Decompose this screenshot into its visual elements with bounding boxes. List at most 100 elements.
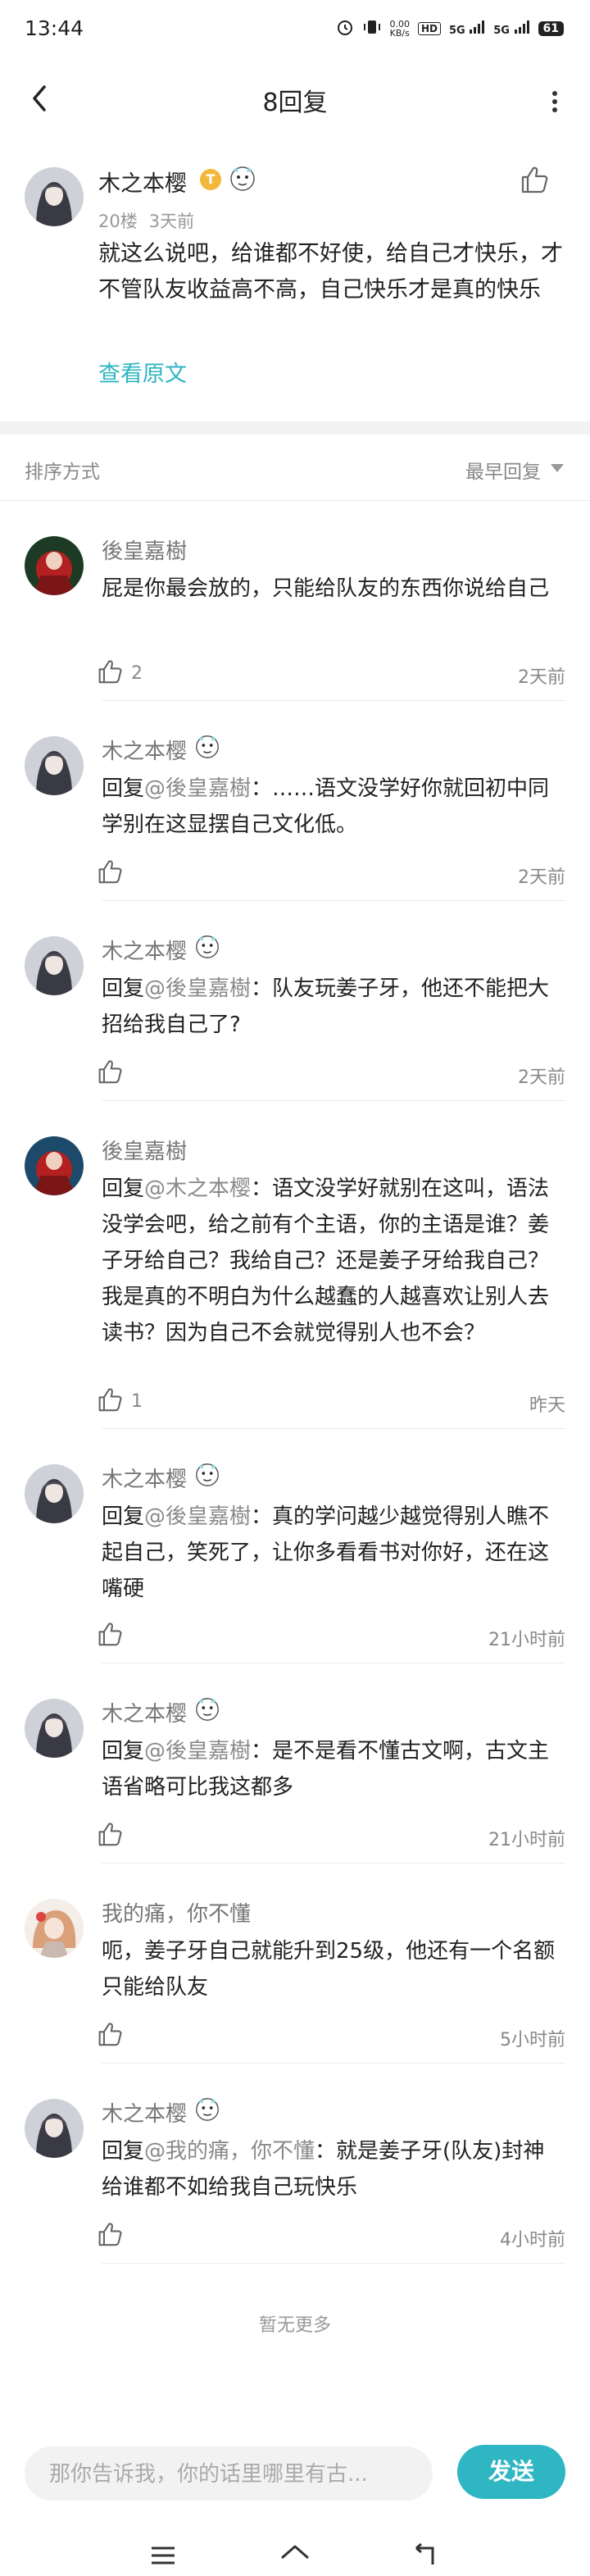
divider [0, 500, 590, 501]
reply-prefix: 回复 [102, 1504, 145, 1529]
avatar[interactable] [25, 736, 84, 795]
comment-author[interactable]: 我的痛，你不懂 [102, 1897, 251, 1927]
caret-down-icon[interactable] [551, 464, 564, 472]
no-more-text: 暂无更多 [258, 2315, 331, 2336]
comment-author[interactable]: 木之本樱 [102, 735, 187, 765]
mention-link[interactable]: @後皇嘉樹 [144, 776, 251, 801]
mention-link[interactable]: @木之本樱 [144, 1176, 251, 1201]
divider [102, 1863, 565, 1864]
more-dots-icon [552, 91, 557, 112]
mascot-badge-icon [193, 933, 221, 963]
avatar[interactable] [25, 1699, 84, 1758]
post-meta: 20楼 3天前 [98, 208, 194, 233]
comment-item: 木之本樱 回复@後皇嘉樹：……语文没学好你就回初中同学别在这显摆自己文化低。 2… [0, 702, 590, 901]
alarm-icon [336, 18, 354, 39]
avatar[interactable] [25, 2099, 84, 2158]
system-nav-bar [0, 2525, 590, 2576]
comment-author[interactable]: 木之本樱 [102, 1463, 187, 1493]
comment-item: 木之本樱 回复@後皇嘉樹：是不是看不懂古文啊，古文主语省略可比我这都多 21小时… [0, 1664, 590, 1864]
comment-author[interactable]: 後皇嘉樹 [102, 1135, 187, 1165]
comment-like-button[interactable]: 1 [97, 1387, 143, 1415]
avatar[interactable] [25, 167, 84, 226]
comment-text: 屁是你最会放的，只能给队友的东西你说给自己 [102, 571, 565, 607]
comment-time: 2天前 [518, 667, 565, 688]
reply-input-wrapper [25, 2446, 433, 2502]
comment-time: 2天前 [518, 1067, 565, 1088]
menu-nav-button[interactable] [149, 2543, 177, 2571]
comment-like-button[interactable] [97, 1622, 131, 1650]
mention-link[interactable]: @後皇嘉樹 [144, 976, 251, 1001]
avatar[interactable] [25, 1899, 84, 1958]
top-nav: 8回复 [0, 66, 590, 148]
comment-like-button[interactable]: 2 [97, 659, 143, 687]
menu-icon [152, 2546, 175, 2565]
signal-icon [470, 20, 485, 34]
avatar[interactable] [25, 1464, 84, 1523]
comment-text: 回复@後皇嘉樹：是不是看不懂古文啊，古文主语省略可比我这都多 [102, 1733, 565, 1805]
level-badge: T [200, 169, 221, 190]
home-nav-button[interactable] [279, 2543, 311, 2571]
mention-link[interactable]: @後皇嘉樹 [144, 1739, 251, 1764]
post-floor: 20楼 [98, 212, 138, 231]
comment-item: 木之本樱 回复@後皇嘉樹：真的学问越少越觉得别人瞧不起自己，笑死了，让你多看看书… [0, 1430, 590, 1663]
status-time: 13:44 [25, 16, 84, 40]
thumb-up-icon [97, 2022, 123, 2050]
hd-badge: HD [418, 22, 442, 35]
send-button[interactable]: 发送 [457, 2445, 565, 2499]
reply-prefix: 回复 [102, 976, 145, 1001]
avatar[interactable] [25, 1136, 84, 1195]
thumb-up-icon [97, 1822, 123, 1850]
comment-text: 回复@後皇嘉樹：队友玩姜子牙，他还不能把大招给我自己了? [102, 971, 565, 1043]
comment-item: 木之本樱 回复@我的痛，你不懂：就是姜子牙(队友)封神给谁都不如给我自己玩快乐 … [0, 2064, 590, 2264]
back-nav-button[interactable] [410, 2542, 439, 2571]
sort-dropdown[interactable]: 最早回复 [465, 456, 541, 484]
comment-body: 呃，姜子牙自己就能升到25级，他还有一个名额只能给队友 [102, 1939, 556, 2000]
comment-like-button[interactable] [97, 2222, 131, 2250]
avatar[interactable] [25, 936, 84, 995]
comment-item: 後皇嘉樹 屁是你最会放的，只能给队友的东西你说给自己 2 2天前 [0, 502, 590, 701]
status-icons: 0.00 KB/s HD 5G 5G 61 [336, 18, 564, 39]
mascot-badge-icon [193, 1461, 221, 1491]
mention-link[interactable]: @我的痛，你不懂 [144, 2139, 315, 2164]
comment-like-button[interactable] [97, 1822, 131, 1850]
comment-text: 回复@後皇嘉樹：……语文没学好你就回初中同学别在这显摆自己文化低。 [102, 771, 565, 843]
mascot-badge-icon [193, 2096, 221, 2125]
comment-text: 回复@木之本樱：语文没学好就别在这叫，语法没学会吧，给之前有个主语，你的主语是谁… [102, 1171, 565, 1351]
thumb-up-icon [521, 166, 548, 193]
reply-prefix: 回复 [102, 2139, 145, 2164]
thumb-up-icon [97, 859, 123, 887]
thumb-up-icon [97, 1059, 123, 1087]
comment-author[interactable]: 木之本樱 [102, 2097, 187, 2128]
divider [102, 700, 565, 701]
comment-like-button[interactable] [97, 859, 131, 887]
more-button[interactable] [549, 85, 560, 118]
comment-item: 木之本樱 回复@後皇嘉樹：队友玩姜子牙，他还不能把大招给我自己了? 2天前 [0, 902, 590, 1101]
post-body: 就这么说吧，给谁都不好使，给自己才快乐，才不管队友收益高不高，自己快乐才是真的快… [98, 241, 563, 303]
comment-time: 21小时前 [488, 1630, 565, 1650]
reply-input[interactable] [48, 2446, 420, 2502]
comment-like-button[interactable] [97, 1059, 131, 1087]
post-author[interactable]: 木之本樱 [98, 166, 187, 198]
divider [102, 2063, 565, 2064]
comment-time: 2天前 [518, 867, 565, 888]
mascot-badge-icon [193, 733, 221, 762]
net2-label: 5G [493, 25, 510, 37]
avatar[interactable] [25, 536, 84, 595]
comment-author[interactable]: 木之本樱 [102, 1697, 187, 1727]
signal-1: 5G [449, 20, 485, 37]
comment-author[interactable]: 後皇嘉樹 [102, 535, 187, 565]
divider [102, 1100, 565, 1101]
home-icon [281, 2545, 309, 2560]
vibrate-icon [362, 18, 382, 39]
comment-body: 屁是你最会放的，只能给队友的东西你说给自己 [102, 576, 550, 601]
comment-author[interactable]: 木之本樱 [102, 935, 187, 965]
divider [102, 2263, 565, 2264]
signal-icon [514, 20, 529, 34]
comment-text: 呃，姜子牙自己就能升到25级，他还有一个名额只能给队友 [102, 1933, 565, 2005]
view-original-link[interactable]: 查看原文 [98, 356, 187, 388]
mascot-badge-icon [228, 164, 257, 195]
mention-link[interactable]: @後皇嘉樹 [144, 1504, 251, 1529]
comment-like-button[interactable] [97, 2022, 131, 2050]
like-button[interactable] [520, 166, 549, 197]
mascot-badge-icon [193, 1695, 221, 1725]
